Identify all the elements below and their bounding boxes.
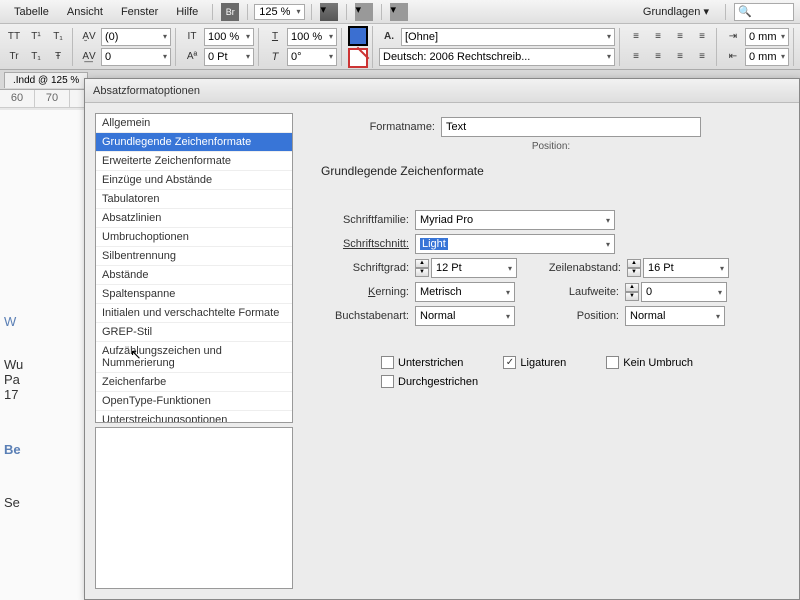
category-item[interactable]: Abstände [96, 266, 292, 285]
indent-left-icon: ⇥ [723, 28, 743, 46]
tracking-label: Laufweite: [515, 286, 625, 298]
justify-center-button[interactable]: ≡ [648, 48, 668, 66]
leading-label: Zeilenabstand: [517, 262, 627, 274]
category-item[interactable]: Aufzählungszeichen und Nummerierung [96, 342, 292, 373]
subscript-button[interactable]: T₁ [48, 28, 68, 46]
formatname-label: Formatname: [321, 121, 441, 133]
justify-left-button[interactable]: ≡ [626, 48, 646, 66]
leading-combo[interactable]: 16 Pt [643, 258, 729, 278]
ligatures-checkbox[interactable]: ✓Ligaturen [503, 356, 566, 369]
language-combo[interactable]: Deutsch: 2006 Rechtschreib... [379, 48, 615, 66]
search-icon: 🔍 [738, 5, 752, 18]
position-dd-label: Position: [515, 310, 625, 322]
dialog-title: Absatzformatoptionen [85, 79, 799, 103]
fontsize-combo[interactable]: 12 Pt [431, 258, 517, 278]
fill-icon[interactable] [348, 26, 368, 46]
smallcaps-button[interactable]: Tr [4, 48, 24, 66]
fontfamily-combo[interactable]: Myriad Pro [415, 210, 615, 230]
fontfamily-label: Schriftfamilie: [321, 214, 415, 226]
leading-stepper[interactable]: ▲▼ [627, 259, 641, 277]
allcaps-button[interactable]: TT [4, 28, 24, 46]
tracking-stepper[interactable]: ▲▼ [625, 283, 639, 301]
vscale-combo[interactable]: 100 % [204, 28, 254, 46]
stroke-icon[interactable] [348, 48, 368, 68]
category-list[interactable]: AllgemeinGrundlegende ZeichenformateErwe… [95, 113, 293, 423]
tracking-icon: A͟V [79, 48, 99, 66]
screen-mode-icon[interactable]: ▾ [355, 3, 373, 21]
tracking-combo-dlg[interactable]: 0 [641, 282, 727, 302]
category-item[interactable]: Spaltenspanne [96, 285, 292, 304]
charstyle-icon: A. [379, 28, 399, 46]
vscale-icon: IT [182, 28, 202, 46]
kerning-label: Kerning: [321, 286, 415, 298]
underline-checkbox[interactable]: Unterstrichen [381, 356, 463, 369]
kerning-icon: A̮V [79, 28, 99, 46]
category-item[interactable]: Grundlegende Zeichenformate [96, 133, 292, 152]
case-combo[interactable]: Normal [415, 306, 515, 326]
search-input[interactable]: 🔍 [734, 3, 794, 21]
fontsize-stepper[interactable]: ▲▼ [415, 259, 429, 277]
category-item[interactable]: Tabulatoren [96, 190, 292, 209]
align-right-button[interactable]: ≡ [670, 28, 690, 46]
category-item[interactable]: Einzüge und Abstände [96, 171, 292, 190]
tracking-combo[interactable]: 0 [101, 48, 171, 66]
category-item[interactable]: Initialen und verschachtelte Formate [96, 304, 292, 323]
strikethrough-checkbox[interactable]: Durchgestrichen [381, 375, 478, 388]
category-item[interactable]: Allgemein [96, 114, 292, 133]
category-item[interactable]: Zeichenfarbe [96, 373, 292, 392]
document-canvas: W Wu Pa 17 Be Se [0, 110, 90, 600]
kerning-combo[interactable]: (0) [101, 28, 171, 46]
preview-box [95, 427, 293, 589]
arrange-icon[interactable]: ▾ [390, 3, 408, 21]
baseline-icon: Aª [182, 48, 202, 66]
formatname-input[interactable] [441, 117, 701, 137]
hscale-combo[interactable]: 100 % [287, 28, 337, 46]
category-item[interactable]: Erweiterte Zeichenformate [96, 152, 292, 171]
workspace-switcher[interactable]: Grundlagen ▾ [635, 2, 717, 21]
menu-ansicht[interactable]: Ansicht [59, 3, 111, 21]
category-item[interactable]: Umbruchoptionen [96, 228, 292, 247]
category-item[interactable]: Unterstreichungsoptionen [96, 411, 292, 423]
paragraph-style-options-dialog: Absatzformatoptionen AllgemeinGrundlegen… [84, 78, 800, 600]
fontsize-label: Schriftgrad: [321, 262, 415, 274]
nobreak-checkbox[interactable]: Kein Umbruch [606, 356, 693, 369]
hscale-icon: T [265, 28, 285, 46]
skew-combo[interactable]: 0° [287, 48, 337, 66]
justify-all-button[interactable]: ≡ [692, 48, 712, 66]
control-panel: TT T¹ T₁ Tr T₁ Ŧ A̮V(0) A͟V0 IT100 % Aª0… [0, 24, 800, 70]
kerning-combo[interactable]: Metrisch [415, 282, 515, 302]
section-header: Grundlegende Zeichenformate [321, 164, 781, 178]
skew-icon: T [265, 48, 285, 66]
justify-right-button[interactable]: ≡ [670, 48, 690, 66]
view-options-icon[interactable]: ▾ [320, 3, 338, 21]
zoom-level[interactable]: 125 % [254, 4, 305, 20]
strikethrough-button[interactable]: Ŧ [48, 48, 68, 66]
charstyle-combo[interactable]: [Ohne] [401, 28, 615, 46]
doc-tab[interactable]: .Indd @ 125 % [4, 72, 88, 88]
bridge-icon[interactable]: Br [221, 3, 239, 21]
align-center-button[interactable]: ≡ [648, 28, 668, 46]
category-item[interactable]: Absatzlinien [96, 209, 292, 228]
indent-right-icon: ⇤ [723, 48, 743, 66]
position-label: Position: [321, 141, 781, 152]
category-item[interactable]: OpenType-Funktionen [96, 392, 292, 411]
menubar: Tabelle Ansicht Fenster Hilfe Br 125 % ▾… [0, 0, 800, 24]
superscript-button[interactable]: T¹ [26, 28, 46, 46]
menu-tabelle[interactable]: Tabelle [6, 3, 57, 21]
position-combo[interactable]: Normal [625, 306, 725, 326]
menu-fenster[interactable]: Fenster [113, 3, 166, 21]
fontstyle-label: Schriftschnitt: [321, 238, 415, 250]
align-left-button[interactable]: ≡ [626, 28, 646, 46]
menu-hilfe[interactable]: Hilfe [168, 3, 206, 21]
indent-right-combo[interactable]: 0 mm [745, 48, 789, 66]
category-item[interactable]: Silbentrennung [96, 247, 292, 266]
fontstyle-combo[interactable]: Light [415, 234, 615, 254]
case-label: Buchstabenart: [321, 310, 415, 322]
underline-button[interactable]: T₁ [26, 48, 46, 66]
category-item[interactable]: GREP-Stil [96, 323, 292, 342]
indent-left-combo[interactable]: 0 mm [745, 28, 789, 46]
justify-button[interactable]: ≡ [692, 28, 712, 46]
baseline-combo[interactable]: 0 Pt [204, 48, 254, 66]
